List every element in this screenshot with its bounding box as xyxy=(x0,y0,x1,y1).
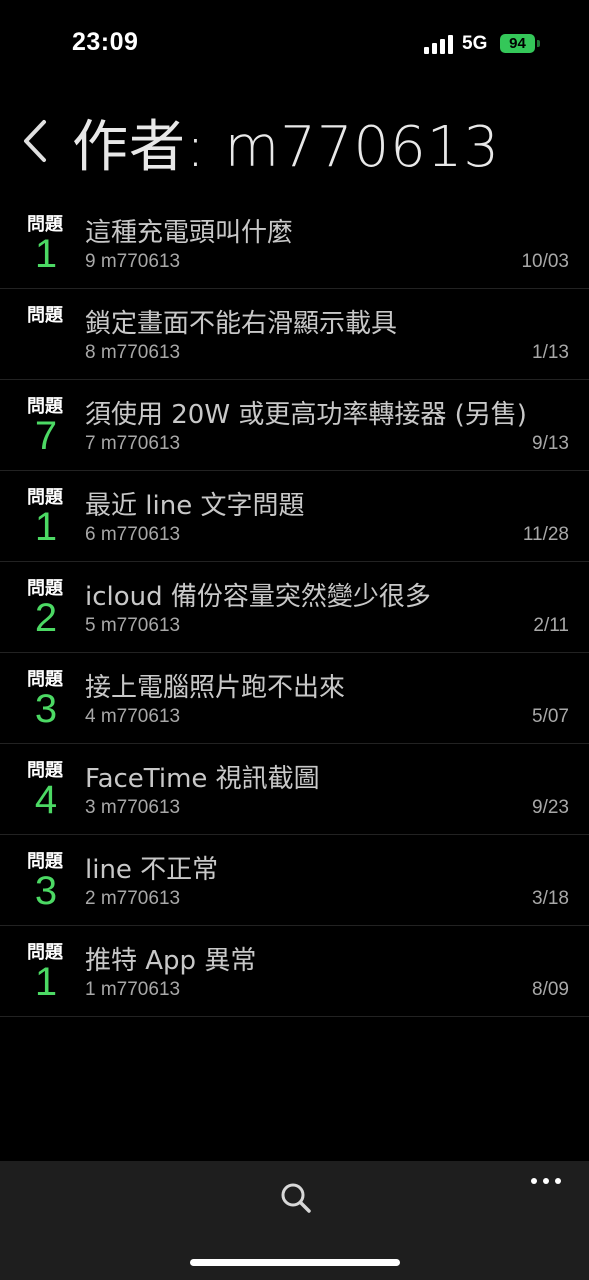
question-count: 1 xyxy=(34,232,58,276)
network-type: 5G xyxy=(462,33,488,54)
more-icon xyxy=(531,1178,561,1184)
question-count: 7 xyxy=(34,414,58,458)
topic-title: icloud 備份容量突然變少很多 xyxy=(85,582,431,612)
status-bar: 23:09 5G 94 xyxy=(0,0,589,88)
list-item[interactable]: 問題 7 須使用 20W 或更高功率轉接器 (另售) 7 m770613 9/1… xyxy=(0,380,589,471)
list-item[interactable]: 問題 4 FaceTime 視訊截圖 3 m770613 9/23 xyxy=(0,744,589,835)
topic-meta: 3 m770613 xyxy=(85,797,181,818)
topic-date: 2/11 xyxy=(533,615,569,636)
topic-date: 9/23 xyxy=(532,797,569,818)
topic-title: 接上電腦照片跑不出來 xyxy=(85,673,346,703)
topic-date: 8/09 xyxy=(532,979,569,1000)
question-count: 3 xyxy=(34,687,58,731)
question-count: 1 xyxy=(34,960,58,1004)
topic-date: 9/13 xyxy=(532,433,569,454)
signal-icon xyxy=(424,35,454,54)
topic-meta: 8 m770613 xyxy=(85,342,181,363)
topic-date: 5/07 xyxy=(532,706,569,727)
more-button[interactable] xyxy=(528,1171,564,1191)
topic-title: FaceTime 視訊截圖 xyxy=(85,764,320,794)
list-item[interactable]: 問題 2 icloud 備份容量突然變少很多 5 m770613 2/11 xyxy=(0,562,589,653)
list-item[interactable]: 問題 鎖定畫面不能右滑顯示載具 8 m770613 1/13 xyxy=(0,289,589,380)
topic-meta: 7 m770613 xyxy=(85,433,181,454)
topic-title: 推特 App 異常 xyxy=(85,946,257,976)
search-button[interactable] xyxy=(278,1180,314,1216)
topic-meta: 5 m770613 xyxy=(85,615,181,636)
topic-date: 10/03 xyxy=(521,251,569,272)
home-indicator[interactable] xyxy=(190,1259,400,1266)
topic-meta: 4 m770613 xyxy=(85,706,181,727)
topic-title: 須使用 20W 或更高功率轉接器 (另售) xyxy=(85,400,527,430)
nav-bar: 作者: m770613 xyxy=(0,96,589,186)
topic-title: line 不正常 xyxy=(85,855,219,885)
topic-meta: 1 m770613 xyxy=(85,979,181,1000)
topic-date: 11/28 xyxy=(522,524,569,545)
topic-meta: 9 m770613 xyxy=(85,251,181,272)
list-item[interactable]: 問題 3 接上電腦照片跑不出來 4 m770613 5/07 xyxy=(0,653,589,744)
list-item[interactable]: 問題 3 line 不正常 2 m770613 3/18 xyxy=(0,835,589,926)
search-icon xyxy=(281,1183,311,1213)
question-count: 4 xyxy=(34,778,58,822)
battery-tip xyxy=(537,40,540,47)
topic-date: 3/18 xyxy=(532,888,569,909)
list-item[interactable]: 問題 1 這種充電頭叫什麼 9 m770613 10/03 xyxy=(0,198,589,289)
topic-meta: 2 m770613 xyxy=(85,888,181,909)
back-button[interactable] xyxy=(18,116,58,166)
topic-title: 鎖定畫面不能右滑顯示載具 xyxy=(85,309,398,339)
page-title: 作者: m770613 xyxy=(72,115,500,180)
topic-title: 這種充電頭叫什麼 xyxy=(85,218,294,248)
bottom-toolbar xyxy=(0,1161,589,1280)
status-time: 23:09 xyxy=(72,28,139,56)
question-count: 2 xyxy=(34,596,58,640)
topic-date: 1/13 xyxy=(532,342,569,363)
topic-meta: 6 m770613 xyxy=(85,524,181,545)
list-item[interactable]: 問題 1 最近 line 文字問題 6 m770613 11/28 xyxy=(0,471,589,562)
question-count: 1 xyxy=(34,505,58,549)
topic-title: 最近 line 文字問題 xyxy=(85,491,305,521)
list-item[interactable]: 問題 1 推特 App 異常 1 m770613 8/09 xyxy=(0,926,589,1017)
battery-icon: 94 xyxy=(500,34,535,53)
question-label: 問題 xyxy=(27,305,63,326)
question-count: 3 xyxy=(34,869,58,913)
topic-list: 問題 1 這種充電頭叫什麼 9 m770613 10/03 問題 鎖定畫面不能右… xyxy=(0,198,589,1017)
chevron-left-icon xyxy=(24,120,46,162)
